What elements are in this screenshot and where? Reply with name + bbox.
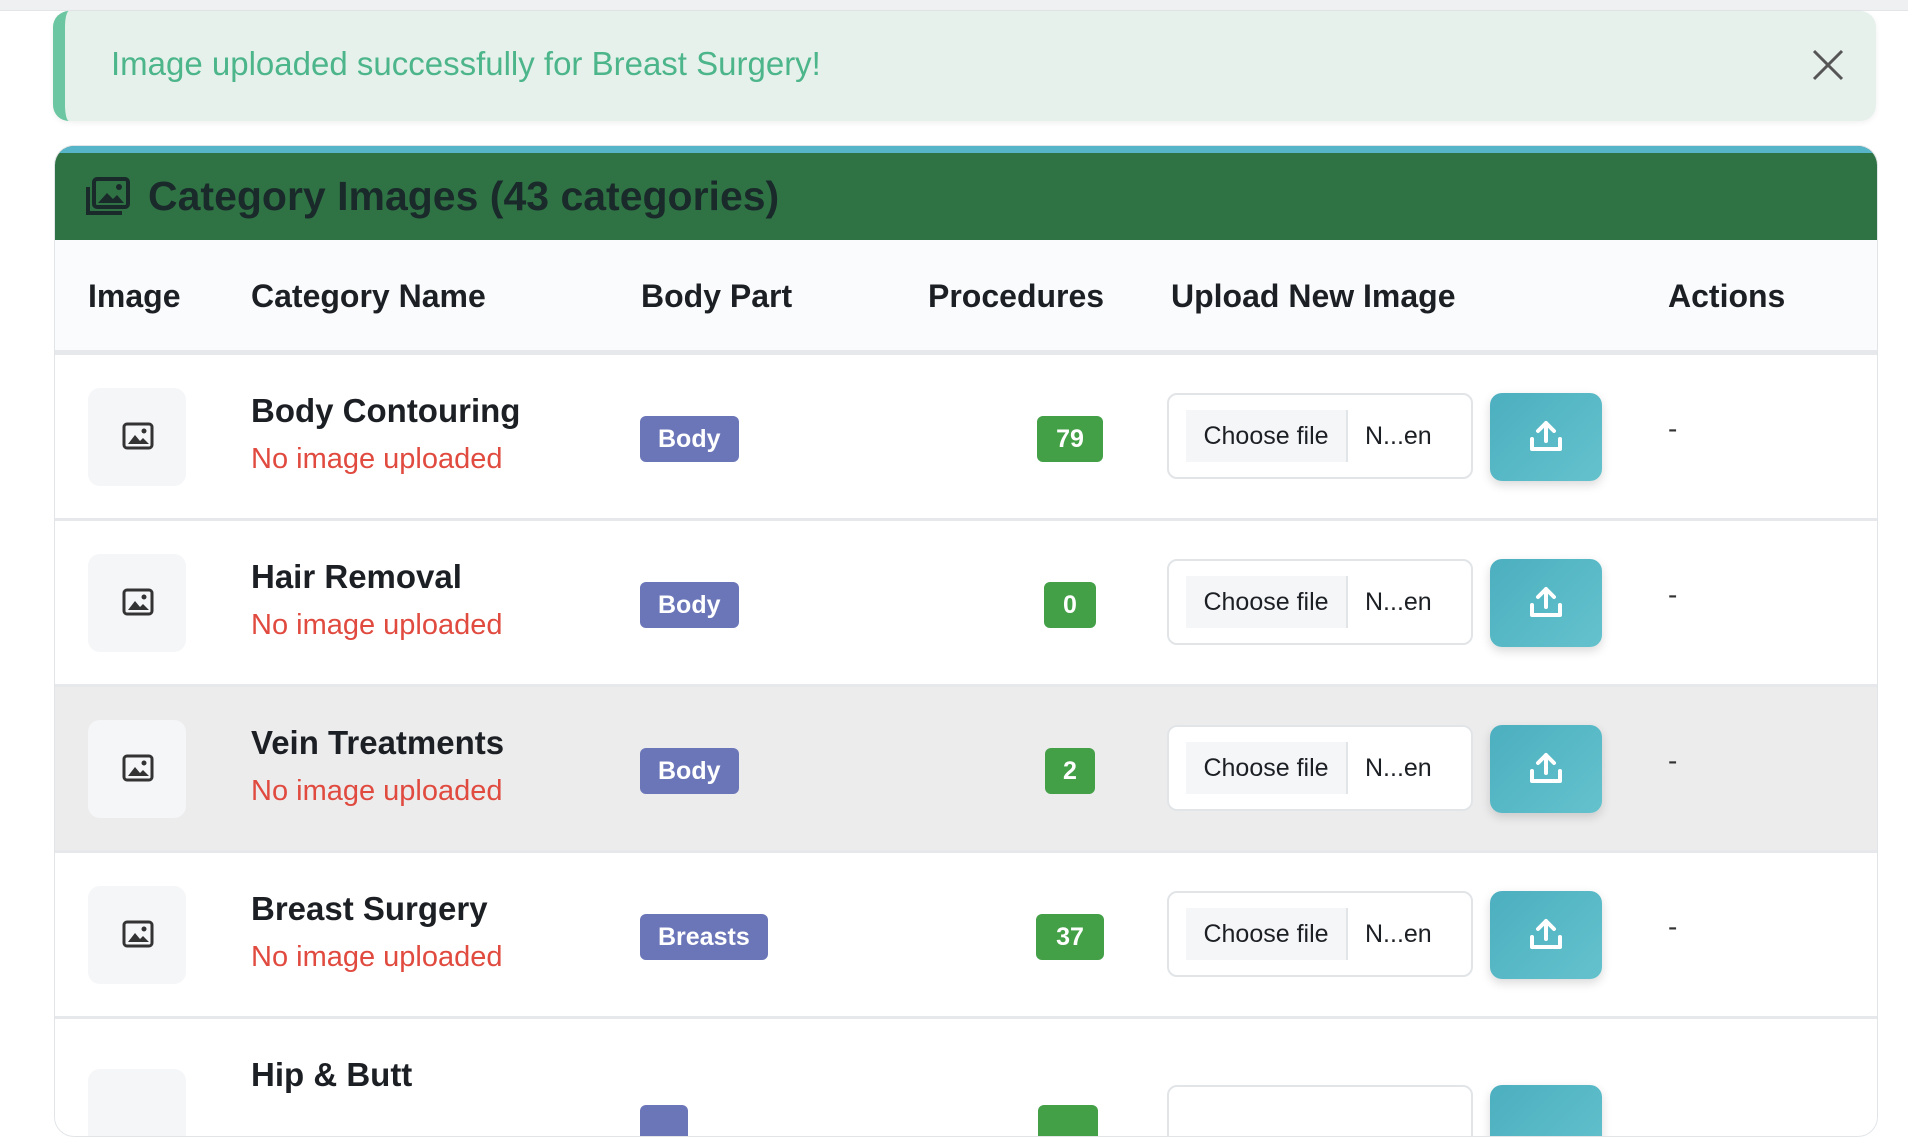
category-name: Body Contouring <box>251 392 521 429</box>
actions-placeholder: - <box>1668 579 1678 610</box>
category-name: Hip & Butt <box>251 1056 413 1093</box>
table-row: Hip & Butt <box>55 1019 1877 1136</box>
alert-message: Image uploaded successfully for Breast S… <box>111 45 821 82</box>
card-header: Category Images (43 categories) <box>55 146 1877 240</box>
body-part-badge <box>640 1105 688 1136</box>
procedures-count-badge: 37 <box>1036 914 1104 960</box>
image-icon <box>122 754 154 782</box>
table-row: Hair Removal No image uploaded Body 0 Ch… <box>55 521 1877 687</box>
choose-file-button[interactable]: Choose file <box>1186 576 1348 628</box>
body-part-badge: Body <box>640 416 739 462</box>
image-icon <box>122 920 154 948</box>
choose-file-button[interactable]: Choose file <box>1186 410 1348 462</box>
column-header-upload: Upload New Image <box>1171 278 1456 314</box>
choose-file-button[interactable]: Choose file <box>1186 908 1348 960</box>
procedures-count-badge: 79 <box>1037 416 1103 462</box>
file-name-label: N...en <box>1365 754 1432 782</box>
image-icon <box>122 422 154 450</box>
file-input[interactable] <box>1167 1085 1473 1136</box>
upload-button[interactable] <box>1490 1085 1602 1136</box>
upload-button[interactable] <box>1490 559 1602 647</box>
choose-file-button[interactable]: Choose file <box>1186 742 1348 794</box>
upload-button[interactable] <box>1490 725 1602 813</box>
image-placeholder <box>88 886 186 984</box>
procedures-count-badge <box>1038 1105 1098 1136</box>
card-title: Category Images (43 categories) <box>148 173 780 219</box>
category-name: Vein Treatments <box>251 724 505 761</box>
table-row: Body Contouring No image uploaded Body 7… <box>55 355 1877 521</box>
file-input[interactable]: Choose file N...en <box>1167 393 1473 479</box>
column-header-procedures: Procedures <box>928 278 1105 314</box>
column-header-image: Image <box>88 278 181 314</box>
upload-icon <box>1530 421 1562 451</box>
image-status: No image uploaded <box>251 941 503 973</box>
table-header: Image Category Name Body Part Procedures… <box>55 240 1877 355</box>
body-part-badge: Body <box>640 748 739 794</box>
table-row: Vein Treatments No image uploaded Body 2… <box>55 687 1877 853</box>
body-part-badge: Body <box>640 582 739 628</box>
close-icon[interactable] <box>1806 43 1850 87</box>
image-status: No image uploaded <box>251 443 503 475</box>
image-placeholder <box>88 388 186 486</box>
image-placeholder <box>88 720 186 818</box>
column-header-body-part: Body Part <box>641 278 793 314</box>
file-input[interactable]: Choose file N...en <box>1167 725 1473 811</box>
upload-icon <box>1530 587 1562 617</box>
image-icon <box>122 588 154 616</box>
actions-placeholder: - <box>1668 745 1678 776</box>
file-name-label: N...en <box>1365 588 1432 616</box>
image-status: No image uploaded <box>251 775 503 807</box>
image-status: No image uploaded <box>251 609 503 641</box>
file-name-label: N...en <box>1365 422 1432 450</box>
success-alert: Image uploaded successfully for Breast S… <box>53 11 1876 121</box>
procedures-count-badge: 2 <box>1045 748 1095 794</box>
upload-button[interactable] <box>1490 393 1602 481</box>
image-placeholder <box>88 554 186 652</box>
category-name: Hair Removal <box>251 558 462 595</box>
upload-icon <box>1530 753 1562 783</box>
actions-placeholder: - <box>1668 413 1678 444</box>
file-input[interactable]: Choose file N...en <box>1167 559 1473 645</box>
file-name-label: N...en <box>1365 920 1432 948</box>
file-input[interactable]: Choose file N...en <box>1167 891 1473 977</box>
table-row: Breast Surgery No image uploaded Breasts… <box>55 853 1877 1019</box>
upload-icon <box>1530 919 1562 949</box>
column-header-category-name: Category Name <box>251 278 486 314</box>
procedures-count-badge: 0 <box>1044 582 1096 628</box>
top-border <box>0 0 1908 11</box>
body-part-badge: Breasts <box>640 914 768 960</box>
images-icon <box>86 177 130 215</box>
column-header-actions: Actions <box>1668 278 1786 314</box>
category-name: Breast Surgery <box>251 890 488 927</box>
actions-placeholder: - <box>1668 911 1678 942</box>
upload-button[interactable] <box>1490 891 1602 979</box>
image-placeholder <box>88 1069 186 1136</box>
category-images-card: Category Images (43 categories) Image Ca… <box>54 145 1878 1137</box>
